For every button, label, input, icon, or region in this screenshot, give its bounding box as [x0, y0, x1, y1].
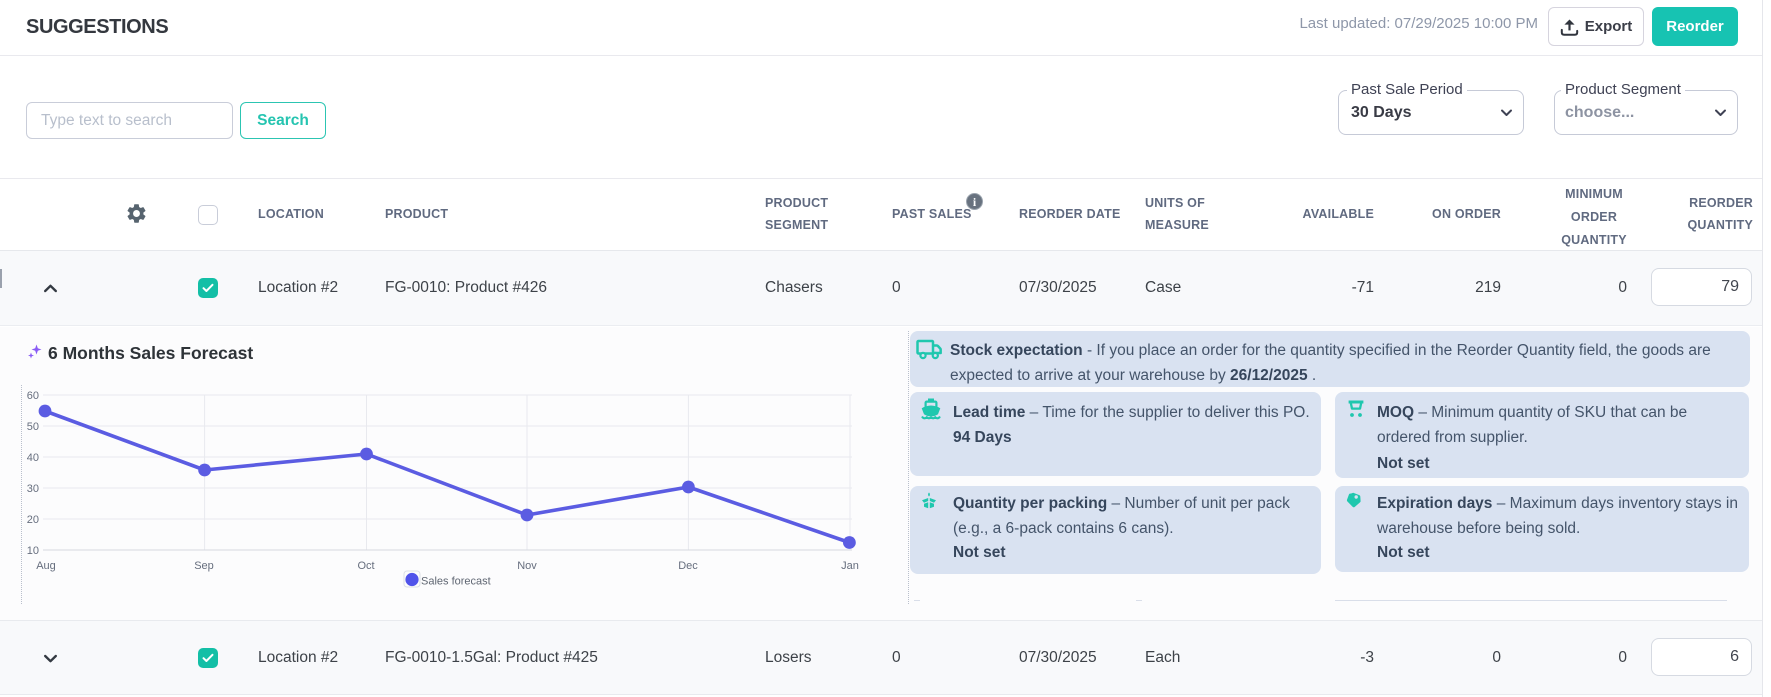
svg-text:Oct: Oct — [357, 560, 374, 572]
svg-text:60: 60 — [27, 390, 39, 402]
svg-text:40: 40 — [27, 452, 39, 464]
svg-text:30: 30 — [27, 483, 39, 495]
svg-text:Aug: Aug — [36, 560, 56, 572]
svg-text:Sales forecast: Sales forecast — [421, 576, 491, 588]
svg-text:Dec: Dec — [678, 560, 698, 572]
svg-text:50: 50 — [27, 421, 39, 433]
svg-text:Nov: Nov — [517, 560, 537, 572]
svg-text:Sep: Sep — [194, 560, 214, 572]
svg-text:10: 10 — [27, 545, 39, 557]
svg-text:Jan: Jan — [841, 560, 859, 572]
svg-text:20: 20 — [27, 514, 39, 526]
